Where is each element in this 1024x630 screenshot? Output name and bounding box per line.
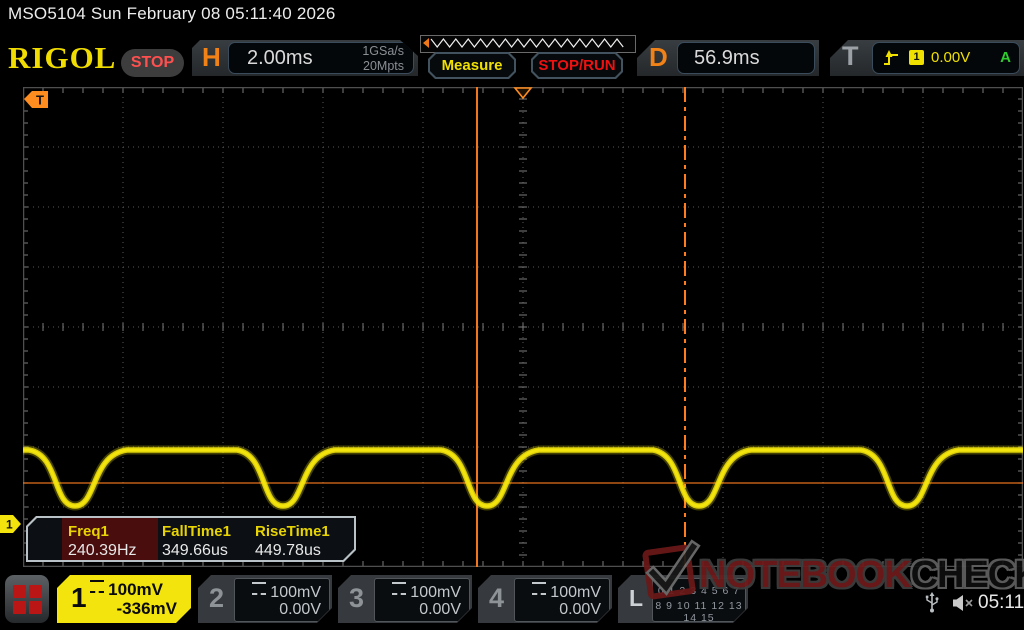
channel1-number: 1 bbox=[71, 582, 87, 614]
svg-text:T: T bbox=[36, 93, 44, 108]
dc-coupling-icon bbox=[252, 582, 266, 595]
delay-display[interactable]: 56.9ms bbox=[677, 42, 815, 74]
waveform-overview-strip[interactable] bbox=[420, 35, 636, 53]
channel4-scale: 100mV bbox=[550, 584, 601, 601]
horizontal-settings-button[interactable]: H 2.00ms 1GSa/s 20Mpts bbox=[192, 40, 418, 76]
measurement-value: 449.78us bbox=[255, 542, 321, 560]
channel1-level-marker[interactable]: 1 bbox=[0, 514, 22, 534]
channel3-button[interactable]: 3 100mV 0.00V bbox=[338, 575, 472, 623]
stop-run-button-label: STOP/RUN bbox=[538, 57, 615, 74]
trigger-source-badge: 1 bbox=[909, 50, 924, 65]
stop-run-button[interactable]: STOP/RUN bbox=[531, 52, 623, 79]
channel1-scale: 100mV bbox=[108, 580, 163, 599]
timebase-value: 2.00ms bbox=[247, 47, 313, 70]
measure-button-label: Measure bbox=[442, 57, 503, 74]
trigger-settings-button[interactable]: T 1 0.00V A bbox=[830, 40, 1024, 76]
channel2-button[interactable]: 2 100mV 0.00V bbox=[198, 575, 332, 623]
channel4-offset: 0.00V bbox=[559, 601, 601, 619]
channel4-number: 4 bbox=[489, 583, 504, 614]
notebookcheck-checkmark-logo bbox=[633, 537, 705, 609]
waveform-display[interactable]: T bbox=[23, 87, 1023, 567]
channel3-offset: 0.00V bbox=[419, 601, 461, 619]
watermark-check-text: CHECK bbox=[911, 554, 1024, 596]
channel2-scale: 100mV bbox=[270, 584, 321, 601]
notebookcheck-watermark: NOTEBOOKCHECK bbox=[633, 537, 1024, 609]
channel2-offset: 0.00V bbox=[279, 601, 321, 619]
measurement-label[interactable]: FallTime1 bbox=[162, 523, 231, 540]
measurement-value: 349.66us bbox=[162, 542, 228, 560]
menu-grid-icon bbox=[13, 585, 26, 598]
menu-button[interactable] bbox=[5, 575, 49, 623]
trigger-sweep-mode: A bbox=[1000, 49, 1011, 66]
timebase-display[interactable]: 2.00ms 1GSa/s 20Mpts bbox=[228, 42, 414, 74]
horizontal-label: H bbox=[202, 42, 221, 73]
dc-coupling-icon bbox=[392, 582, 406, 595]
dc-coupling-icon bbox=[90, 580, 104, 593]
delay-value: 56.9ms bbox=[694, 47, 760, 70]
measurement-label[interactable]: Freq1 bbox=[68, 523, 109, 540]
window-title: MSO5104 Sun February 08 05:11:40 2026 bbox=[8, 4, 335, 24]
channel1-button[interactable]: 1 100mV -336mV bbox=[57, 575, 191, 623]
channel3-number: 3 bbox=[349, 583, 364, 614]
channel4-button[interactable]: 4 100mV 0.00V bbox=[478, 575, 612, 623]
watermark-notebook-text: NOTEBOOK bbox=[699, 554, 911, 596]
rising-edge-icon bbox=[883, 49, 900, 67]
trigger-display[interactable]: 1 0.00V A bbox=[872, 42, 1020, 74]
sample-rate: 1GSa/s bbox=[362, 44, 404, 59]
measurement-label[interactable]: RiseTime1 bbox=[255, 523, 330, 540]
acquisition-status-badge: STOP bbox=[121, 49, 184, 77]
channel3-scale: 100mV bbox=[410, 584, 461, 601]
svg-text:1: 1 bbox=[6, 518, 13, 532]
overview-zigzag-icon bbox=[421, 36, 633, 50]
trigger-level-value: 0.00V bbox=[931, 49, 970, 66]
memory-depth: 20Mpts bbox=[362, 59, 404, 74]
delay-settings-button[interactable]: D 56.9ms bbox=[637, 40, 819, 76]
measure-button[interactable]: Measure bbox=[428, 52, 516, 79]
dc-coupling-icon bbox=[532, 582, 546, 595]
channel1-offset: -336mV bbox=[117, 599, 177, 618]
channel2-number: 2 bbox=[209, 583, 224, 614]
rigol-logo: RIGOL bbox=[8, 40, 116, 76]
trigger-label: T bbox=[842, 41, 859, 72]
delay-label: D bbox=[649, 42, 668, 73]
graticule-and-trace: T bbox=[23, 87, 1023, 567]
measurement-results-panel[interactable]: Freq1 240.39Hz FallTime1 349.66us RiseTi… bbox=[26, 516, 356, 562]
measurement-value: 240.39Hz bbox=[68, 542, 137, 560]
